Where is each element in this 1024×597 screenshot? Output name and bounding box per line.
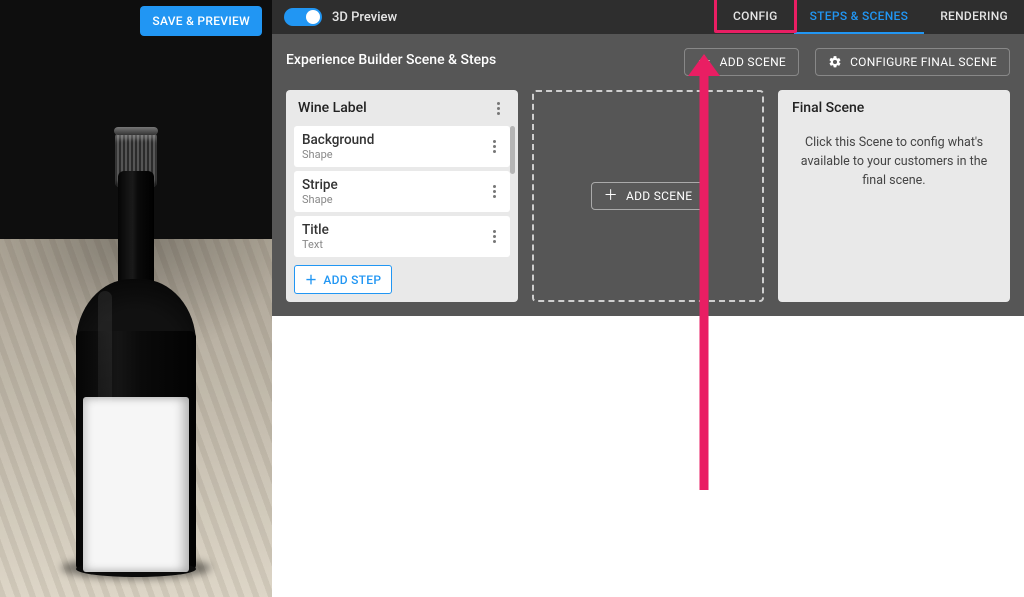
scene-row: Wine Label Background Shape Str: [272, 90, 1024, 316]
add-scene-placeholder-label: ADD SCENE: [626, 189, 692, 203]
step-title: Title: [302, 222, 329, 238]
step-list: Background Shape Stripe Shape: [286, 126, 518, 302]
wine-bottle-model[interactable]: [56, 79, 216, 579]
add-scene-button[interactable]: ＋ ADD SCENE: [684, 48, 799, 76]
preview-3d-label: 3D Preview: [332, 10, 397, 25]
scene-name: Wine Label: [298, 100, 367, 116]
add-step-label: ADD STEP: [323, 273, 381, 287]
step-title: Background: [302, 132, 374, 148]
final-scene-title: Final Scene: [792, 100, 996, 116]
topbar: 3D Preview CONFIG STEPS & SCENES RENDERI…: [272, 0, 1024, 34]
save-preview-button[interactable]: SAVE & PREVIEW: [140, 6, 262, 36]
plus-icon: ＋: [305, 271, 317, 288]
glass-highlight: [98, 291, 112, 551]
final-scene-card[interactable]: Final Scene Click this Scene to config w…: [778, 90, 1010, 302]
scene-toolbar: Experience Builder Scene & Steps ＋ ADD S…: [272, 34, 1024, 90]
scrollbar[interactable]: [510, 126, 515, 174]
step-menu-button[interactable]: [486, 140, 502, 153]
gear-icon: [828, 55, 842, 69]
empty-area: [272, 316, 1024, 597]
step-type: Text: [302, 238, 329, 251]
scene-menu-button[interactable]: [490, 102, 506, 115]
step-item[interactable]: Background Shape: [294, 126, 510, 167]
bottle-neck: [118, 171, 154, 296]
preview-3d-toggle[interactable]: [284, 8, 322, 26]
tab-rendering[interactable]: RENDERING: [924, 0, 1024, 34]
configure-final-scene-label: CONFIGURE FINAL SCENE: [850, 55, 997, 69]
tab-strip: CONFIG STEPS & SCENES RENDERING: [717, 0, 1024, 34]
tab-steps-scenes[interactable]: STEPS & SCENES: [794, 0, 925, 34]
tab-config[interactable]: CONFIG: [717, 0, 794, 34]
add-scene-placeholder[interactable]: ＋ ADD SCENE: [532, 90, 764, 302]
section-title: Experience Builder Scene & Steps: [286, 48, 496, 68]
step-item[interactable]: Title Text: [294, 216, 510, 257]
step-type: Shape: [302, 193, 338, 206]
step-item[interactable]: Stripe Shape: [294, 171, 510, 212]
step-title: Stripe: [302, 177, 338, 193]
scene-card[interactable]: Wine Label Background Shape Str: [286, 90, 518, 302]
add-step-button[interactable]: ＋ ADD STEP: [294, 265, 392, 294]
step-type: Shape: [302, 148, 374, 161]
add-scene-label: ADD SCENE: [720, 55, 786, 69]
plus-icon: ＋: [604, 189, 618, 203]
configure-final-scene-button[interactable]: CONFIGURE FINAL SCENE: [815, 48, 1010, 76]
plus-icon: ＋: [697, 55, 711, 69]
preview-viewport[interactable]: SAVE & PREVIEW: [0, 0, 272, 597]
step-menu-button[interactable]: [486, 230, 502, 243]
step-menu-button[interactable]: [486, 185, 502, 198]
final-scene-description: Click this Scene to config what's availa…: [792, 134, 996, 190]
add-scene-placeholder-button[interactable]: ＋ ADD SCENE: [591, 182, 706, 210]
